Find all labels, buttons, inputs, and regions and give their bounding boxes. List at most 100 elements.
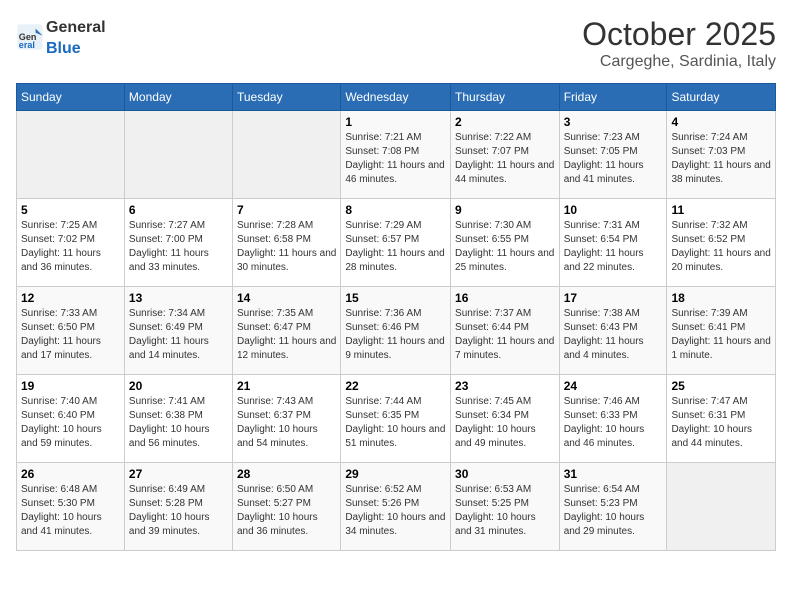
day-number: 19 bbox=[21, 379, 120, 393]
calendar-cell: 26 Sunrise: 6:48 AM Sunset: 5:30 PM Dayli… bbox=[17, 463, 125, 551]
day-number: 29 bbox=[345, 467, 446, 481]
day-number: 4 bbox=[671, 115, 771, 129]
calendar-cell: 29 Sunrise: 6:52 AM Sunset: 5:26 PM Dayli… bbox=[341, 463, 451, 551]
calendar-cell: 22 Sunrise: 7:44 AM Sunset: 6:35 PM Dayli… bbox=[341, 375, 451, 463]
calendar-cell: 17 Sunrise: 7:38 AM Sunset: 6:43 PM Dayli… bbox=[559, 287, 667, 375]
logo-general-text: General bbox=[46, 19, 106, 36]
calendar-cell: 14 Sunrise: 7:35 AM Sunset: 6:47 PM Dayli… bbox=[233, 287, 341, 375]
logo: Gen eral General Blue bbox=[16, 16, 106, 58]
day-number: 20 bbox=[129, 379, 228, 393]
day-number: 5 bbox=[21, 203, 120, 217]
logo-blue-text: Blue bbox=[46, 40, 81, 57]
day-info: Sunrise: 7:31 AM Sunset: 6:54 PM Dayligh… bbox=[564, 219, 663, 275]
calendar-week-1: 1 Sunrise: 7:21 AM Sunset: 7:08 PM Daylig… bbox=[17, 111, 776, 199]
day-info: Sunrise: 7:39 AM Sunset: 6:41 PM Dayligh… bbox=[671, 307, 771, 363]
title-block: October 2025 Cargeghe, Sardinia, Italy bbox=[582, 16, 776, 71]
calendar-cell: 1 Sunrise: 7:21 AM Sunset: 7:08 PM Daylig… bbox=[341, 111, 451, 199]
day-info: Sunrise: 7:21 AM Sunset: 7:08 PM Dayligh… bbox=[345, 131, 446, 187]
calendar-cell: 3Sunrise: 7:23 AM Sunset: 7:05 PM Daylig… bbox=[559, 111, 667, 199]
day-info: Sunrise: 7:22 AM Sunset: 7:07 PM Dayligh… bbox=[455, 131, 555, 187]
calendar-cell: 27 Sunrise: 6:49 AM Sunset: 5:28 PM Dayli… bbox=[124, 463, 232, 551]
day-info: Sunrise: 6:52 AM Sunset: 5:26 PM Dayligh… bbox=[345, 483, 446, 539]
day-header-tuesday: Tuesday bbox=[233, 84, 341, 111]
day-info: Sunrise: 6:48 AM Sunset: 5:30 PM Dayligh… bbox=[21, 483, 120, 539]
calendar-cell: 5Sunrise: 7:25 AM Sunset: 7:02 PM Daylig… bbox=[17, 199, 125, 287]
day-number: 10 bbox=[564, 203, 663, 217]
calendar-cell bbox=[124, 111, 232, 199]
page-header: Gen eral General Blue October 2025 Carge… bbox=[16, 16, 776, 71]
day-number: 13 bbox=[129, 291, 228, 305]
day-number: 9 bbox=[455, 203, 555, 217]
day-number: 30 bbox=[455, 467, 555, 481]
day-number: 22 bbox=[345, 379, 446, 393]
day-info: Sunrise: 7:47 AM Sunset: 6:31 PM Dayligh… bbox=[671, 395, 771, 451]
calendar-week-2: 5Sunrise: 7:25 AM Sunset: 7:02 PM Daylig… bbox=[17, 199, 776, 287]
logo-icon: Gen eral bbox=[16, 23, 44, 51]
day-header-saturday: Saturday bbox=[667, 84, 776, 111]
day-info: Sunrise: 7:45 AM Sunset: 6:34 PM Dayligh… bbox=[455, 395, 555, 451]
calendar-week-5: 26 Sunrise: 6:48 AM Sunset: 5:30 PM Dayli… bbox=[17, 463, 776, 551]
calendar-cell: 23 Sunrise: 7:45 AM Sunset: 6:34 PM Dayli… bbox=[451, 375, 560, 463]
calendar-cell: 11 Sunrise: 7:32 AM Sunset: 6:52 PM Dayli… bbox=[667, 199, 776, 287]
calendar-cell: 12Sunrise: 7:33 AM Sunset: 6:50 PM Dayli… bbox=[17, 287, 125, 375]
day-info: Sunrise: 7:44 AM Sunset: 6:35 PM Dayligh… bbox=[345, 395, 446, 451]
day-info: Sunrise: 7:38 AM Sunset: 6:43 PM Dayligh… bbox=[564, 307, 663, 363]
day-number: 3 bbox=[564, 115, 663, 129]
day-info: Sunrise: 7:40 AM Sunset: 6:40 PM Dayligh… bbox=[21, 395, 120, 451]
day-info: Sunrise: 7:35 AM Sunset: 6:47 PM Dayligh… bbox=[237, 307, 336, 363]
month-title: October 2025 bbox=[582, 16, 776, 53]
day-header-monday: Monday bbox=[124, 84, 232, 111]
day-info: Sunrise: 7:24 AM Sunset: 7:03 PM Dayligh… bbox=[671, 131, 771, 187]
calendar-cell: 9Sunrise: 7:30 AM Sunset: 6:55 PM Daylig… bbox=[451, 199, 560, 287]
day-number: 17 bbox=[564, 291, 663, 305]
calendar-cell: 6 Sunrise: 7:27 AM Sunset: 7:00 PM Daylig… bbox=[124, 199, 232, 287]
day-number: 21 bbox=[237, 379, 336, 393]
day-info: Sunrise: 6:53 AM Sunset: 5:25 PM Dayligh… bbox=[455, 483, 555, 539]
day-info: Sunrise: 7:29 AM Sunset: 6:57 PM Dayligh… bbox=[345, 219, 446, 275]
calendar-cell bbox=[667, 463, 776, 551]
calendar-cell: 31Sunrise: 6:54 AM Sunset: 5:23 PM Dayli… bbox=[559, 463, 667, 551]
calendar-cell: 16 Sunrise: 7:37 AM Sunset: 6:44 PM Dayli… bbox=[451, 287, 560, 375]
calendar-cell: 30 Sunrise: 6:53 AM Sunset: 5:25 PM Dayli… bbox=[451, 463, 560, 551]
day-info: Sunrise: 7:37 AM Sunset: 6:44 PM Dayligh… bbox=[455, 307, 555, 363]
day-info: Sunrise: 7:28 AM Sunset: 6:58 PM Dayligh… bbox=[237, 219, 336, 275]
calendar-cell: 2 Sunrise: 7:22 AM Sunset: 7:07 PM Daylig… bbox=[451, 111, 560, 199]
day-number: 25 bbox=[671, 379, 771, 393]
calendar-cell: 21 Sunrise: 7:43 AM Sunset: 6:37 PM Dayli… bbox=[233, 375, 341, 463]
day-number: 26 bbox=[21, 467, 120, 481]
day-header-sunday: Sunday bbox=[17, 84, 125, 111]
day-number: 16 bbox=[455, 291, 555, 305]
day-info: Sunrise: 7:43 AM Sunset: 6:37 PM Dayligh… bbox=[237, 395, 336, 451]
day-number: 27 bbox=[129, 467, 228, 481]
calendar-cell: 15Sunrise: 7:36 AM Sunset: 6:46 PM Dayli… bbox=[341, 287, 451, 375]
calendar-cell: 19 Sunrise: 7:40 AM Sunset: 6:40 PM Dayli… bbox=[17, 375, 125, 463]
day-number: 18 bbox=[671, 291, 771, 305]
day-info: Sunrise: 7:41 AM Sunset: 6:38 PM Dayligh… bbox=[129, 395, 228, 451]
day-number: 23 bbox=[455, 379, 555, 393]
day-number: 6 bbox=[129, 203, 228, 217]
day-number: 1 bbox=[345, 115, 446, 129]
calendar-table: SundayMondayTuesdayWednesdayThursdayFrid… bbox=[16, 83, 776, 551]
svg-text:eral: eral bbox=[19, 40, 35, 50]
calendar-cell: 28Sunrise: 6:50 AM Sunset: 5:27 PM Dayli… bbox=[233, 463, 341, 551]
day-number: 11 bbox=[671, 203, 771, 217]
calendar-cell: 8Sunrise: 7:29 AM Sunset: 6:57 PM Daylig… bbox=[341, 199, 451, 287]
day-info: Sunrise: 7:32 AM Sunset: 6:52 PM Dayligh… bbox=[671, 219, 771, 275]
day-info: Sunrise: 7:33 AM Sunset: 6:50 PM Dayligh… bbox=[21, 307, 120, 363]
day-info: Sunrise: 6:49 AM Sunset: 5:28 PM Dayligh… bbox=[129, 483, 228, 539]
day-info: Sunrise: 6:50 AM Sunset: 5:27 PM Dayligh… bbox=[237, 483, 336, 539]
location-subtitle: Cargeghe, Sardinia, Italy bbox=[582, 53, 776, 71]
calendar-cell: 10 Sunrise: 7:31 AM Sunset: 6:54 PM Dayli… bbox=[559, 199, 667, 287]
day-info: Sunrise: 7:27 AM Sunset: 7:00 PM Dayligh… bbox=[129, 219, 228, 275]
calendar-cell bbox=[17, 111, 125, 199]
day-number: 7 bbox=[237, 203, 336, 217]
day-number: 2 bbox=[455, 115, 555, 129]
day-info: Sunrise: 7:34 AM Sunset: 6:49 PM Dayligh… bbox=[129, 307, 228, 363]
day-header-wednesday: Wednesday bbox=[341, 84, 451, 111]
day-header-friday: Friday bbox=[559, 84, 667, 111]
day-info: Sunrise: 7:46 AM Sunset: 6:33 PM Dayligh… bbox=[564, 395, 663, 451]
calendar-cell bbox=[233, 111, 341, 199]
calendar-cell: 24Sunrise: 7:46 AM Sunset: 6:33 PM Dayli… bbox=[559, 375, 667, 463]
calendar-header-row: SundayMondayTuesdayWednesdayThursdayFrid… bbox=[17, 84, 776, 111]
day-number: 14 bbox=[237, 291, 336, 305]
